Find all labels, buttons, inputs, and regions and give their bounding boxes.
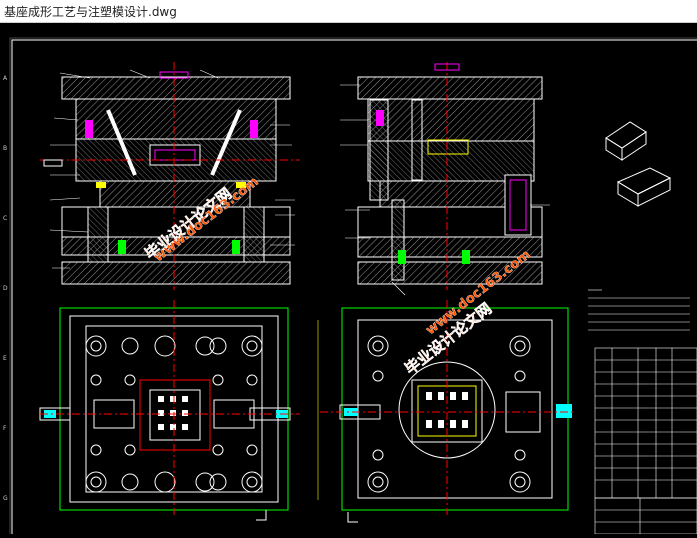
- side-label: B: [3, 145, 7, 152]
- cad-drawing-canvas[interactable]: A B C D E F G 毕业设计论文网 www.doc163.com 毕业设…: [0, 23, 697, 538]
- iso-part-views: [605, 121, 672, 207]
- technical-notes: [588, 289, 690, 331]
- side-label: C: [3, 215, 7, 222]
- window-title-bar: 基座成形工艺与注塑模设计.dwg: [0, 0, 697, 23]
- bill-of-materials: [594, 347, 697, 535]
- window-title: 基座成形工艺与注塑模设计.dwg: [4, 5, 177, 19]
- side-label: F: [3, 425, 7, 432]
- side-labels: A B C D E F G: [3, 75, 8, 502]
- side-label: E: [3, 355, 7, 362]
- drawing-svg: A B C D E F G 毕业设计论文网 www.doc163.com 毕业设…: [3, 37, 697, 538]
- plan-view-left: [39, 300, 300, 521]
- side-label: G: [3, 495, 8, 502]
- side-label: D: [3, 285, 8, 292]
- side-label: A: [3, 75, 8, 82]
